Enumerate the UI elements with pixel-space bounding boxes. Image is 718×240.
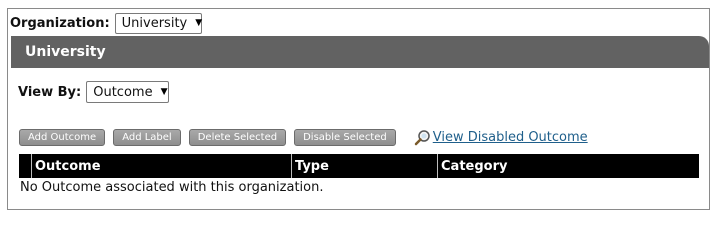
disable-selected-button[interactable]: Disable Selected [294, 129, 396, 146]
add-outcome-button[interactable]: Add Outcome [19, 129, 106, 146]
add-label-button[interactable]: Add Label [113, 129, 181, 146]
view-by-select[interactable]: Outcome ▼ [86, 81, 170, 103]
column-header-outcome[interactable]: Outcome [31, 154, 291, 178]
view-disabled-link-group[interactable]: View Disabled Outcome [414, 129, 588, 146]
delete-selected-button[interactable]: Delete Selected [188, 129, 287, 146]
column-header-category[interactable]: Category [437, 154, 699, 178]
organization-select[interactable]: University ▼ [114, 12, 203, 34]
view-by-select-value: Outcome [93, 84, 153, 100]
chevron-down-icon: ▼ [195, 18, 203, 28]
organization-row: Organization: University ▼ [10, 12, 202, 34]
view-disabled-outcome-link[interactable]: View Disabled Outcome [433, 130, 588, 145]
view-by-row: View By: Outcome ▼ [18, 81, 170, 103]
chevron-down-icon: ▼ [160, 87, 168, 97]
empty-table-message: No Outcome associated with this organiza… [20, 180, 324, 195]
organization-select-value: University [121, 15, 188, 31]
magnifier-icon [414, 130, 430, 146]
section-title: University [25, 44, 106, 60]
organization-label: Organization: [10, 15, 110, 31]
outcomes-table-header: Outcome Type Category [19, 154, 699, 178]
column-header-type[interactable]: Type [291, 154, 437, 178]
select-column-header [19, 154, 31, 178]
view-by-label: View By: [18, 84, 82, 100]
action-toolbar: Add Outcome Add Label Delete Selected Di… [19, 129, 588, 146]
section-header: University [11, 36, 709, 68]
outcomes-panel: Organization: University ▼ University Vi… [7, 8, 710, 210]
